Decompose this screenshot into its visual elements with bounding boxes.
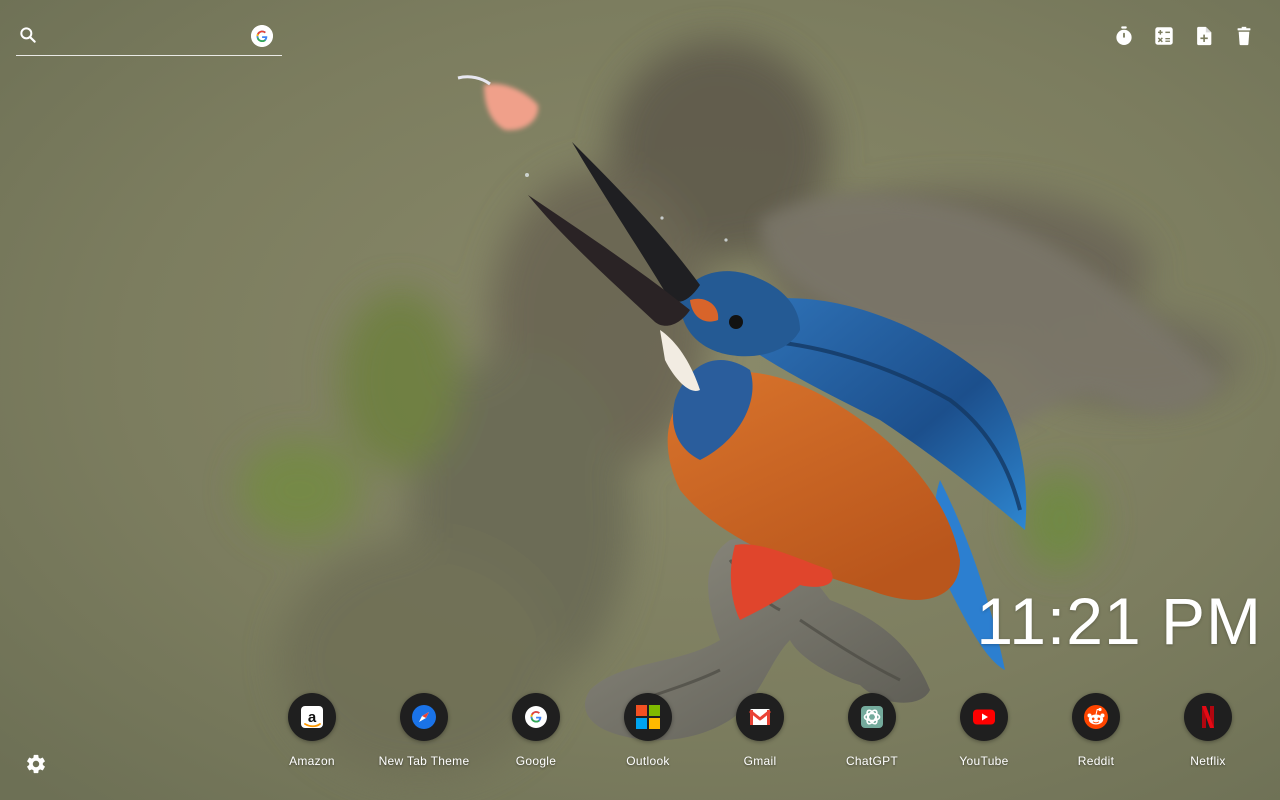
shortcut-label: Gmail [743,754,777,768]
shortcut-reddit[interactable]: Reddit [1046,693,1146,773]
search-bar [16,22,282,56]
shortcut-label: Netflix [1190,754,1226,768]
search-icon[interactable] [18,25,38,45]
calculator-icon[interactable] [1153,25,1175,47]
google-icon [512,693,560,741]
trash-icon[interactable] [1233,25,1255,47]
shortcut-label: Outlook [626,754,670,768]
shortcut-label: YouTube [959,754,1009,768]
compass-icon [400,693,448,741]
shortcut-label: Amazon [289,754,335,768]
shortcut-netflix[interactable]: Netflix [1158,693,1258,773]
file-plus-icon[interactable] [1193,25,1215,47]
shortcut-label: ChatGPT [845,754,899,768]
microsoft-icon [624,693,672,741]
shortcut-amazon[interactable]: a Amazon [262,693,362,773]
gear-icon[interactable] [25,753,47,775]
shortcut-youtube[interactable]: YouTube [934,693,1034,773]
shortcut-label: Google [515,754,557,768]
shortcut-google[interactable]: Google [486,693,586,773]
stopwatch-icon[interactable] [1113,25,1135,47]
youtube-icon [960,693,1008,741]
chatgpt-icon [848,693,896,741]
shortcut-gmail[interactable]: Gmail [710,693,810,773]
search-input[interactable] [46,24,250,50]
reddit-icon [1072,693,1120,741]
gmail-icon [736,693,784,741]
google-icon[interactable] [251,25,273,47]
clock: 11:21 PM [976,584,1262,658]
shortcut-new-tab-theme[interactable]: New Tab Theme [374,693,474,773]
svg-text:a: a [308,709,317,726]
shortcut-label: Reddit [1077,754,1115,768]
shortcut-chatgpt[interactable]: ChatGPT [822,693,922,773]
netflix-icon [1184,693,1232,741]
new-tab-page: 11:21 PM a Amazon New Tab Theme Google O… [0,0,1280,800]
shortcut-outlook[interactable]: Outlook [598,693,698,773]
amazon-icon: a [288,693,336,741]
wallpaper-image [0,0,1280,800]
shortcut-label: New Tab Theme [378,754,470,768]
